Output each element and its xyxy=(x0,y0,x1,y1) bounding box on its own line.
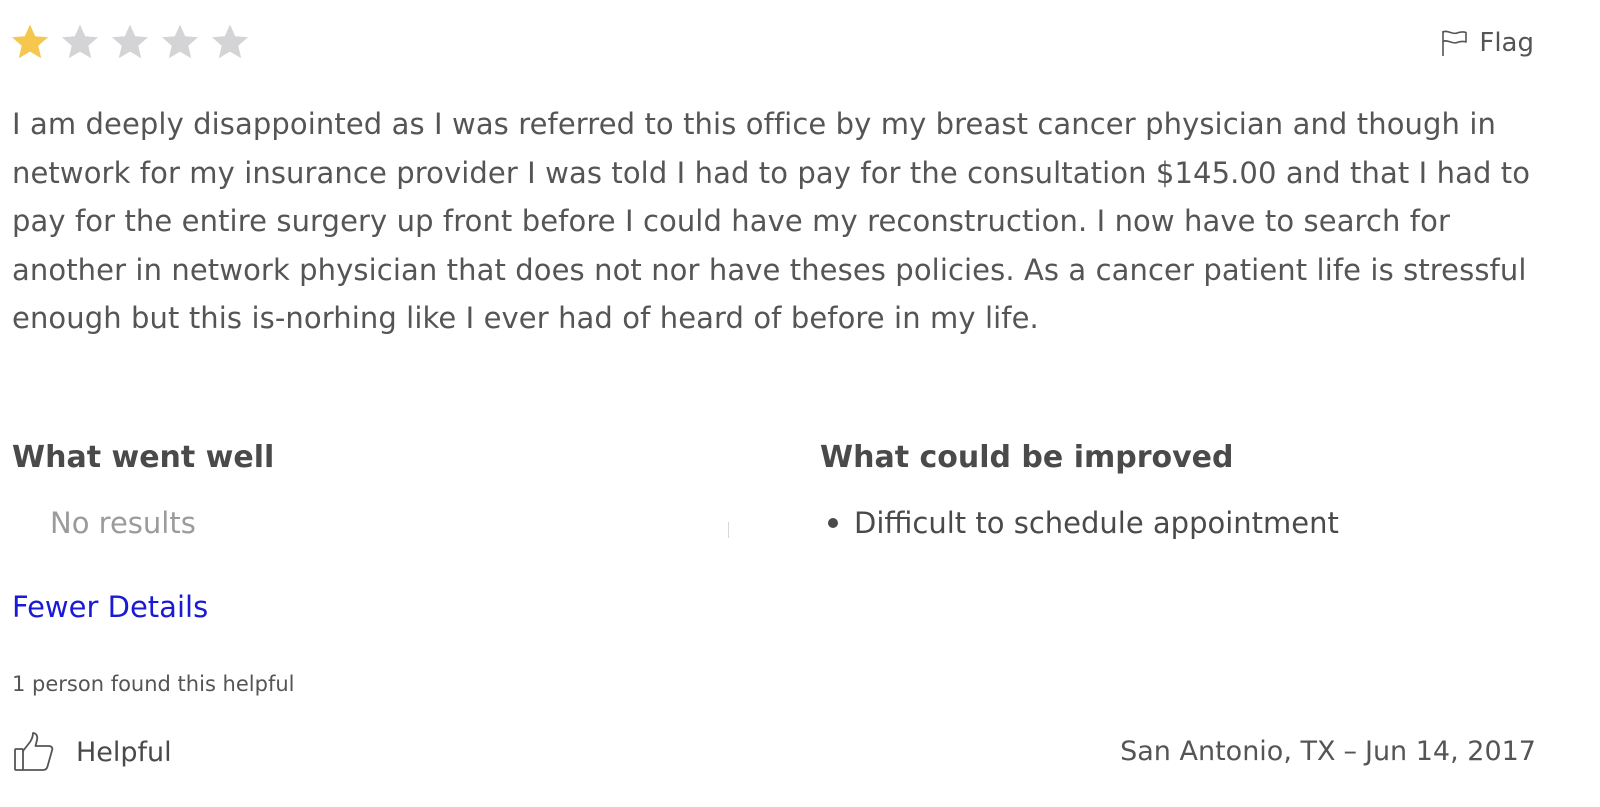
thumbs-up-icon xyxy=(12,730,56,774)
helpful-count: 1 person found this helpful xyxy=(12,672,295,696)
star-rating xyxy=(10,22,250,62)
star-empty-icon xyxy=(60,22,100,62)
list-item: Difficult to schedule appointment xyxy=(820,506,1339,540)
helpful-label: Helpful xyxy=(76,736,172,768)
review-text: I am deeply disappointed as I was referr… xyxy=(12,107,1531,336)
meta-separator: – xyxy=(1343,736,1357,767)
could-improve-section: What could be improved Difficult to sche… xyxy=(820,438,1540,540)
review-location: San Antonio, TX xyxy=(1120,736,1336,767)
flag-icon xyxy=(1439,28,1469,58)
column-divider xyxy=(728,522,729,538)
flag-label: Flag xyxy=(1479,28,1534,58)
review-meta: San Antonio, TX – Jun 14, 2017 xyxy=(1120,736,1536,767)
went-well-heading: What went well xyxy=(12,440,275,475)
helpful-button[interactable]: Helpful xyxy=(12,730,172,774)
could-improve-heading: What could be improved xyxy=(820,440,1234,475)
flag-button[interactable]: Flag xyxy=(1439,28,1534,58)
star-empty-icon xyxy=(110,22,150,62)
no-results-text: No results xyxy=(50,506,196,540)
review-card: Flag I am deeply disappointed as I was r… xyxy=(0,0,1600,807)
bullet-icon xyxy=(828,518,838,528)
review-date: Jun 14, 2017 xyxy=(1364,736,1536,767)
star-empty-icon xyxy=(160,22,200,62)
fewer-details-link[interactable]: Fewer Details xyxy=(12,590,208,624)
star-filled-icon xyxy=(10,22,50,62)
went-well-section: What went well No results xyxy=(12,438,742,540)
improve-item-label: Difficult to schedule appointment xyxy=(854,506,1339,540)
star-empty-icon xyxy=(210,22,250,62)
improve-list: Difficult to schedule appointment xyxy=(820,506,1339,540)
